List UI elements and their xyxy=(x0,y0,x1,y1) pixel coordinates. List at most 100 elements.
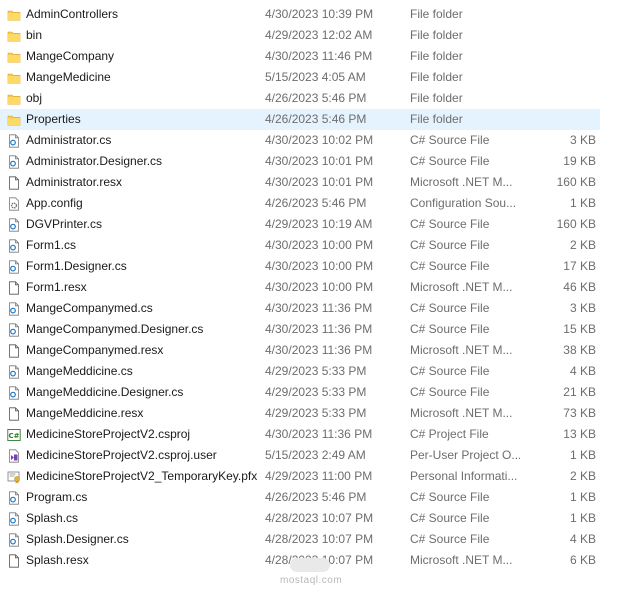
file-type: File folder xyxy=(410,49,463,63)
file-size: 2 KB xyxy=(569,469,596,483)
file-size: 160 KB xyxy=(556,217,596,231)
file-type: File folder xyxy=(410,112,463,126)
file-type: Microsoft .NET M... xyxy=(410,553,513,567)
resx-file-icon xyxy=(7,554,21,568)
file-name: Form1.cs xyxy=(26,238,77,252)
file-size: 3 KB xyxy=(569,133,596,147)
file-date-modified: 4/26/2023 5:46 PM xyxy=(265,196,367,210)
csharp-file-icon xyxy=(7,365,21,379)
file-date-modified: 5/15/2023 4:05 AM xyxy=(265,70,366,84)
file-row[interactable]: MedicineStoreProjectV2_TemporaryKey.pfx 4… xyxy=(0,466,642,487)
file-name: MedicineStoreProjectV2.csproj xyxy=(26,427,191,441)
file-size: 4 KB xyxy=(569,532,596,546)
file-row[interactable]: MangeCompanymed.Designer.cs 4/30/2023 11:… xyxy=(0,319,642,340)
file-row[interactable]: Form1.Designer.cs 4/30/2023 10:00 PM C# So… xyxy=(0,256,642,277)
file-date-modified: 4/30/2023 10:02 PM xyxy=(265,133,374,147)
folder-icon xyxy=(7,50,21,64)
file-type: Per-User Project O... xyxy=(410,448,520,462)
file-date-modified: 4/30/2023 10:39 PM xyxy=(265,7,374,21)
file-type: C# Source File xyxy=(410,238,490,252)
file-name: MangeMeddicine.resx xyxy=(26,406,144,420)
csharp-file-icon xyxy=(7,491,21,505)
file-name: MangeCompanymed.cs xyxy=(26,301,153,315)
file-type: C# Source File xyxy=(410,532,490,546)
file-date-modified: 4/30/2023 11:36 PM xyxy=(265,322,373,336)
file-type: C# Source File xyxy=(410,133,490,147)
csharp-file-icon xyxy=(7,155,21,169)
file-type: Microsoft .NET M... xyxy=(410,175,513,189)
csproj-file-icon: C# xyxy=(7,428,21,442)
file-date-modified: 4/26/2023 5:46 PM xyxy=(265,91,367,105)
file-row[interactable]: obj 4/26/2023 5:46 PM File folder xyxy=(0,88,642,109)
folder-icon xyxy=(7,8,21,22)
file-row[interactable]: MedicineStoreProjectV2.csproj.user 5/15/2… xyxy=(0,445,642,466)
file-size: 160 KB xyxy=(556,175,596,189)
csharp-file-icon xyxy=(7,134,21,148)
file-type: File folder xyxy=(410,7,463,21)
file-row[interactable]: MangeMeddicine.cs 4/29/2023 5:33 PM C# Sou… xyxy=(0,361,642,382)
file-row[interactable]: App.config 4/26/2023 5:46 PM Configuration… xyxy=(0,193,642,214)
file-type: Microsoft .NET M... xyxy=(410,280,513,294)
file-date-modified: 4/30/2023 11:36 PM xyxy=(265,343,373,357)
file-row[interactable]: bin 4/29/2023 12:02 AM File folder xyxy=(0,25,642,46)
file-date-modified: 4/26/2023 5:46 PM xyxy=(265,490,367,504)
file-row[interactable]: MangeMedicine 5/15/2023 4:05 AM File folde… xyxy=(0,67,642,88)
file-date-modified: 4/26/2023 5:46 PM xyxy=(265,112,367,126)
file-type: Microsoft .NET M... xyxy=(410,343,513,357)
file-date-modified: 4/30/2023 10:01 PM xyxy=(265,154,374,168)
file-name: AdminControllers xyxy=(26,7,119,21)
file-row[interactable]: MangeMeddicine.resx 4/29/2023 5:33 PM Micr… xyxy=(0,403,642,424)
file-row[interactable]: DGVPrinter.cs 4/29/2023 10:19 AM C# Source… xyxy=(0,214,642,235)
file-size: 13 KB xyxy=(563,427,596,441)
file-row[interactable]: Program.cs 4/26/2023 5:46 PM C# Source Fil… xyxy=(0,487,642,508)
folder-icon xyxy=(7,113,21,127)
file-row[interactable]: MangeMeddicine.Designer.cs 4/29/2023 5:33… xyxy=(0,382,642,403)
file-name: Administrator.Designer.cs xyxy=(26,154,163,168)
file-type: C# Source File xyxy=(410,217,490,231)
csharp-file-icon xyxy=(7,302,21,316)
file-type: File folder xyxy=(410,91,463,105)
file-name: Splash.cs xyxy=(26,511,79,525)
watermark-text: mostaql.com xyxy=(280,575,343,586)
file-type: C# Project File xyxy=(410,427,489,441)
file-row[interactable]: Administrator.resx 4/30/2023 10:01 PM Micr… xyxy=(0,172,642,193)
file-type: Configuration Sou... xyxy=(410,196,517,210)
file-size: 1 KB xyxy=(569,511,596,525)
file-name: DGVPrinter.cs xyxy=(26,217,103,231)
file-row[interactable]: Properties 4/26/2023 5:46 PM File folder xyxy=(0,109,600,130)
csharp-file-icon xyxy=(7,239,21,253)
file-date-modified: 4/28/2023 10:07 PM xyxy=(265,532,374,546)
file-row[interactable]: Form1.cs 4/30/2023 10:00 PM C# Source File… xyxy=(0,235,642,256)
file-row[interactable]: MangeCompanymed.cs 4/30/2023 11:36 PM C# S… xyxy=(0,298,642,319)
file-row[interactable]: Splash.Designer.cs 4/28/2023 10:07 PM C# S… xyxy=(0,529,642,550)
file-date-modified: 4/28/2023 10:07 PM xyxy=(265,553,374,567)
file-row[interactable]: MangeCompany 4/30/2023 11:46 PM File folde… xyxy=(0,46,642,67)
file-size: 4 KB xyxy=(569,364,596,378)
file-size: 73 KB xyxy=(563,406,596,420)
file-name: MangeMedicine xyxy=(26,70,111,84)
file-row[interactable]: Splash.cs 4/28/2023 10:07 PM C# Source Fil… xyxy=(0,508,642,529)
file-size: 1 KB xyxy=(569,490,596,504)
svg-text:C#: C# xyxy=(8,432,19,440)
file-type: C# Source File xyxy=(410,322,490,336)
file-type: C# Source File xyxy=(410,385,490,399)
config-file-icon xyxy=(7,197,21,211)
file-name: App.config xyxy=(26,196,83,210)
file-row[interactable]: AdminControllers 4/30/2023 10:39 PM File f… xyxy=(0,4,642,25)
file-row[interactable]: Form1.resx 4/30/2023 10:00 PM Microsoft .N… xyxy=(0,277,642,298)
file-row[interactable]: C# MedicineStoreProjectV2.csproj 4/30/2023… xyxy=(0,424,642,445)
file-size: 1 KB xyxy=(569,196,596,210)
file-type: C# Source File xyxy=(410,364,490,378)
csharp-file-icon xyxy=(7,512,21,526)
file-size: 46 KB xyxy=(563,280,596,294)
file-row[interactable]: Administrator.cs 4/30/2023 10:02 PM C# Sou… xyxy=(0,130,642,151)
file-size: 2 KB xyxy=(569,238,596,252)
file-size: 19 KB xyxy=(563,154,596,168)
file-row[interactable]: MangeCompanymed.resx 4/30/2023 11:36 PM Mi… xyxy=(0,340,642,361)
folder-icon xyxy=(7,71,21,85)
file-name: Form1.Designer.cs xyxy=(26,259,127,273)
file-row[interactable]: Administrator.Designer.cs 4/30/2023 10:01… xyxy=(0,151,642,172)
file-date-modified: 4/30/2023 10:00 PM xyxy=(265,280,374,294)
file-name: Administrator.cs xyxy=(26,133,112,147)
file-type: C# Source File xyxy=(410,301,490,315)
